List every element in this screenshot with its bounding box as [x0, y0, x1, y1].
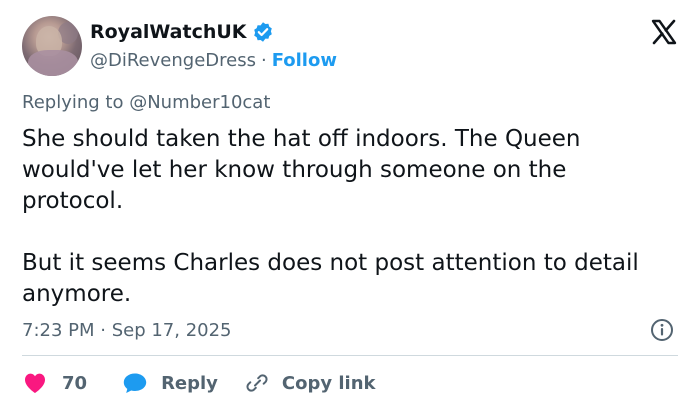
- tweet-card: RoyalWatchUK @DiRevengeDress · Follow Re…: [0, 0, 700, 410]
- handle-row: @DiRevengeDress · Follow: [90, 48, 337, 72]
- copy-link-button[interactable]: Copy link: [244, 371, 376, 395]
- reply-bubble-icon: [123, 373, 147, 393]
- like-button[interactable]: 70: [22, 371, 87, 395]
- divider: [22, 355, 678, 356]
- tweet-body: She should taken the hat off indoors. Th…: [22, 124, 662, 310]
- verified-badge-icon: [252, 21, 274, 43]
- like-count: 70: [62, 372, 88, 394]
- avatar-shape: [28, 50, 78, 76]
- info-icon[interactable]: [650, 318, 674, 342]
- tweet-timestamp[interactable]: 7:23 PM · Sep 17, 2025: [22, 318, 232, 342]
- reply-label: Reply: [161, 372, 218, 394]
- display-name[interactable]: RoyalWatchUK: [90, 21, 247, 43]
- reply-button[interactable]: Reply: [121, 371, 218, 395]
- tweet-paragraph: She should taken the hat off indoors. Th…: [22, 126, 581, 214]
- separator-dot: ·: [260, 49, 267, 71]
- user-handle[interactable]: @DiRevengeDress: [90, 50, 256, 71]
- copy-link-label: Copy link: [281, 372, 376, 394]
- reply-context[interactable]: Replying to @Number10cat: [22, 92, 270, 113]
- x-logo-icon[interactable]: [650, 18, 678, 46]
- name-row: RoyalWatchUK: [90, 20, 274, 44]
- avatar[interactable]: [22, 16, 82, 76]
- link-icon: [246, 374, 268, 392]
- heart-icon: [25, 373, 45, 393]
- action-bar: 70 Reply Copy link: [22, 368, 402, 398]
- follow-button[interactable]: Follow: [272, 50, 337, 71]
- tweet-paragraph: But it seems Charles does not post atten…: [22, 250, 639, 307]
